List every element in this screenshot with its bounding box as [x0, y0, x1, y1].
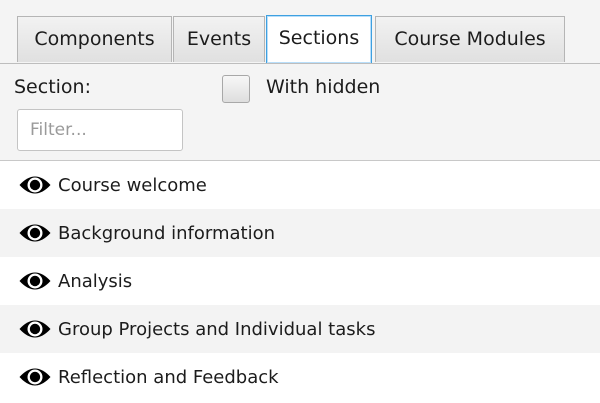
eye-icon[interactable]	[18, 220, 52, 246]
section-label: Section:	[14, 76, 91, 98]
section-row-analysis[interactable]: Analysis	[0, 257, 600, 305]
section-row-background-information[interactable]: Background information	[0, 209, 600, 257]
eye-icon[interactable]	[18, 364, 52, 390]
tab-bar: Components Events Sections Course Module…	[0, 0, 600, 64]
tab-components[interactable]: Components	[17, 16, 172, 62]
eye-icon[interactable]	[18, 316, 52, 342]
section-label-analysis: Analysis	[58, 270, 133, 292]
section-label-reflection-feedback: Reflection and Feedback	[58, 366, 279, 388]
eye-icon[interactable]	[18, 172, 52, 198]
section-row-group-projects[interactable]: Group Projects and Individual tasks	[0, 305, 600, 353]
filter-panel: Components Events Sections Course Module…	[0, 0, 600, 161]
tab-course-modules[interactable]: Course Modules	[375, 16, 565, 62]
tab-events[interactable]: Events	[173, 16, 265, 62]
with-hidden-label[interactable]: With hidden	[266, 76, 380, 98]
with-hidden-checkbox[interactable]	[222, 75, 250, 103]
section-label-background-information: Background information	[58, 222, 275, 244]
eye-icon[interactable]	[18, 268, 52, 294]
tab-sections[interactable]: Sections	[266, 15, 372, 63]
section-row-reflection-feedback[interactable]: Reflection and Feedback	[0, 353, 600, 401]
section-filter-input[interactable]	[17, 109, 183, 151]
section-label-group-projects: Group Projects and Individual tasks	[58, 318, 376, 340]
section-list: Course welcome Background information An…	[0, 161, 600, 401]
section-label-course-welcome: Course welcome	[58, 174, 207, 196]
section-row-course-welcome[interactable]: Course welcome	[0, 161, 600, 209]
